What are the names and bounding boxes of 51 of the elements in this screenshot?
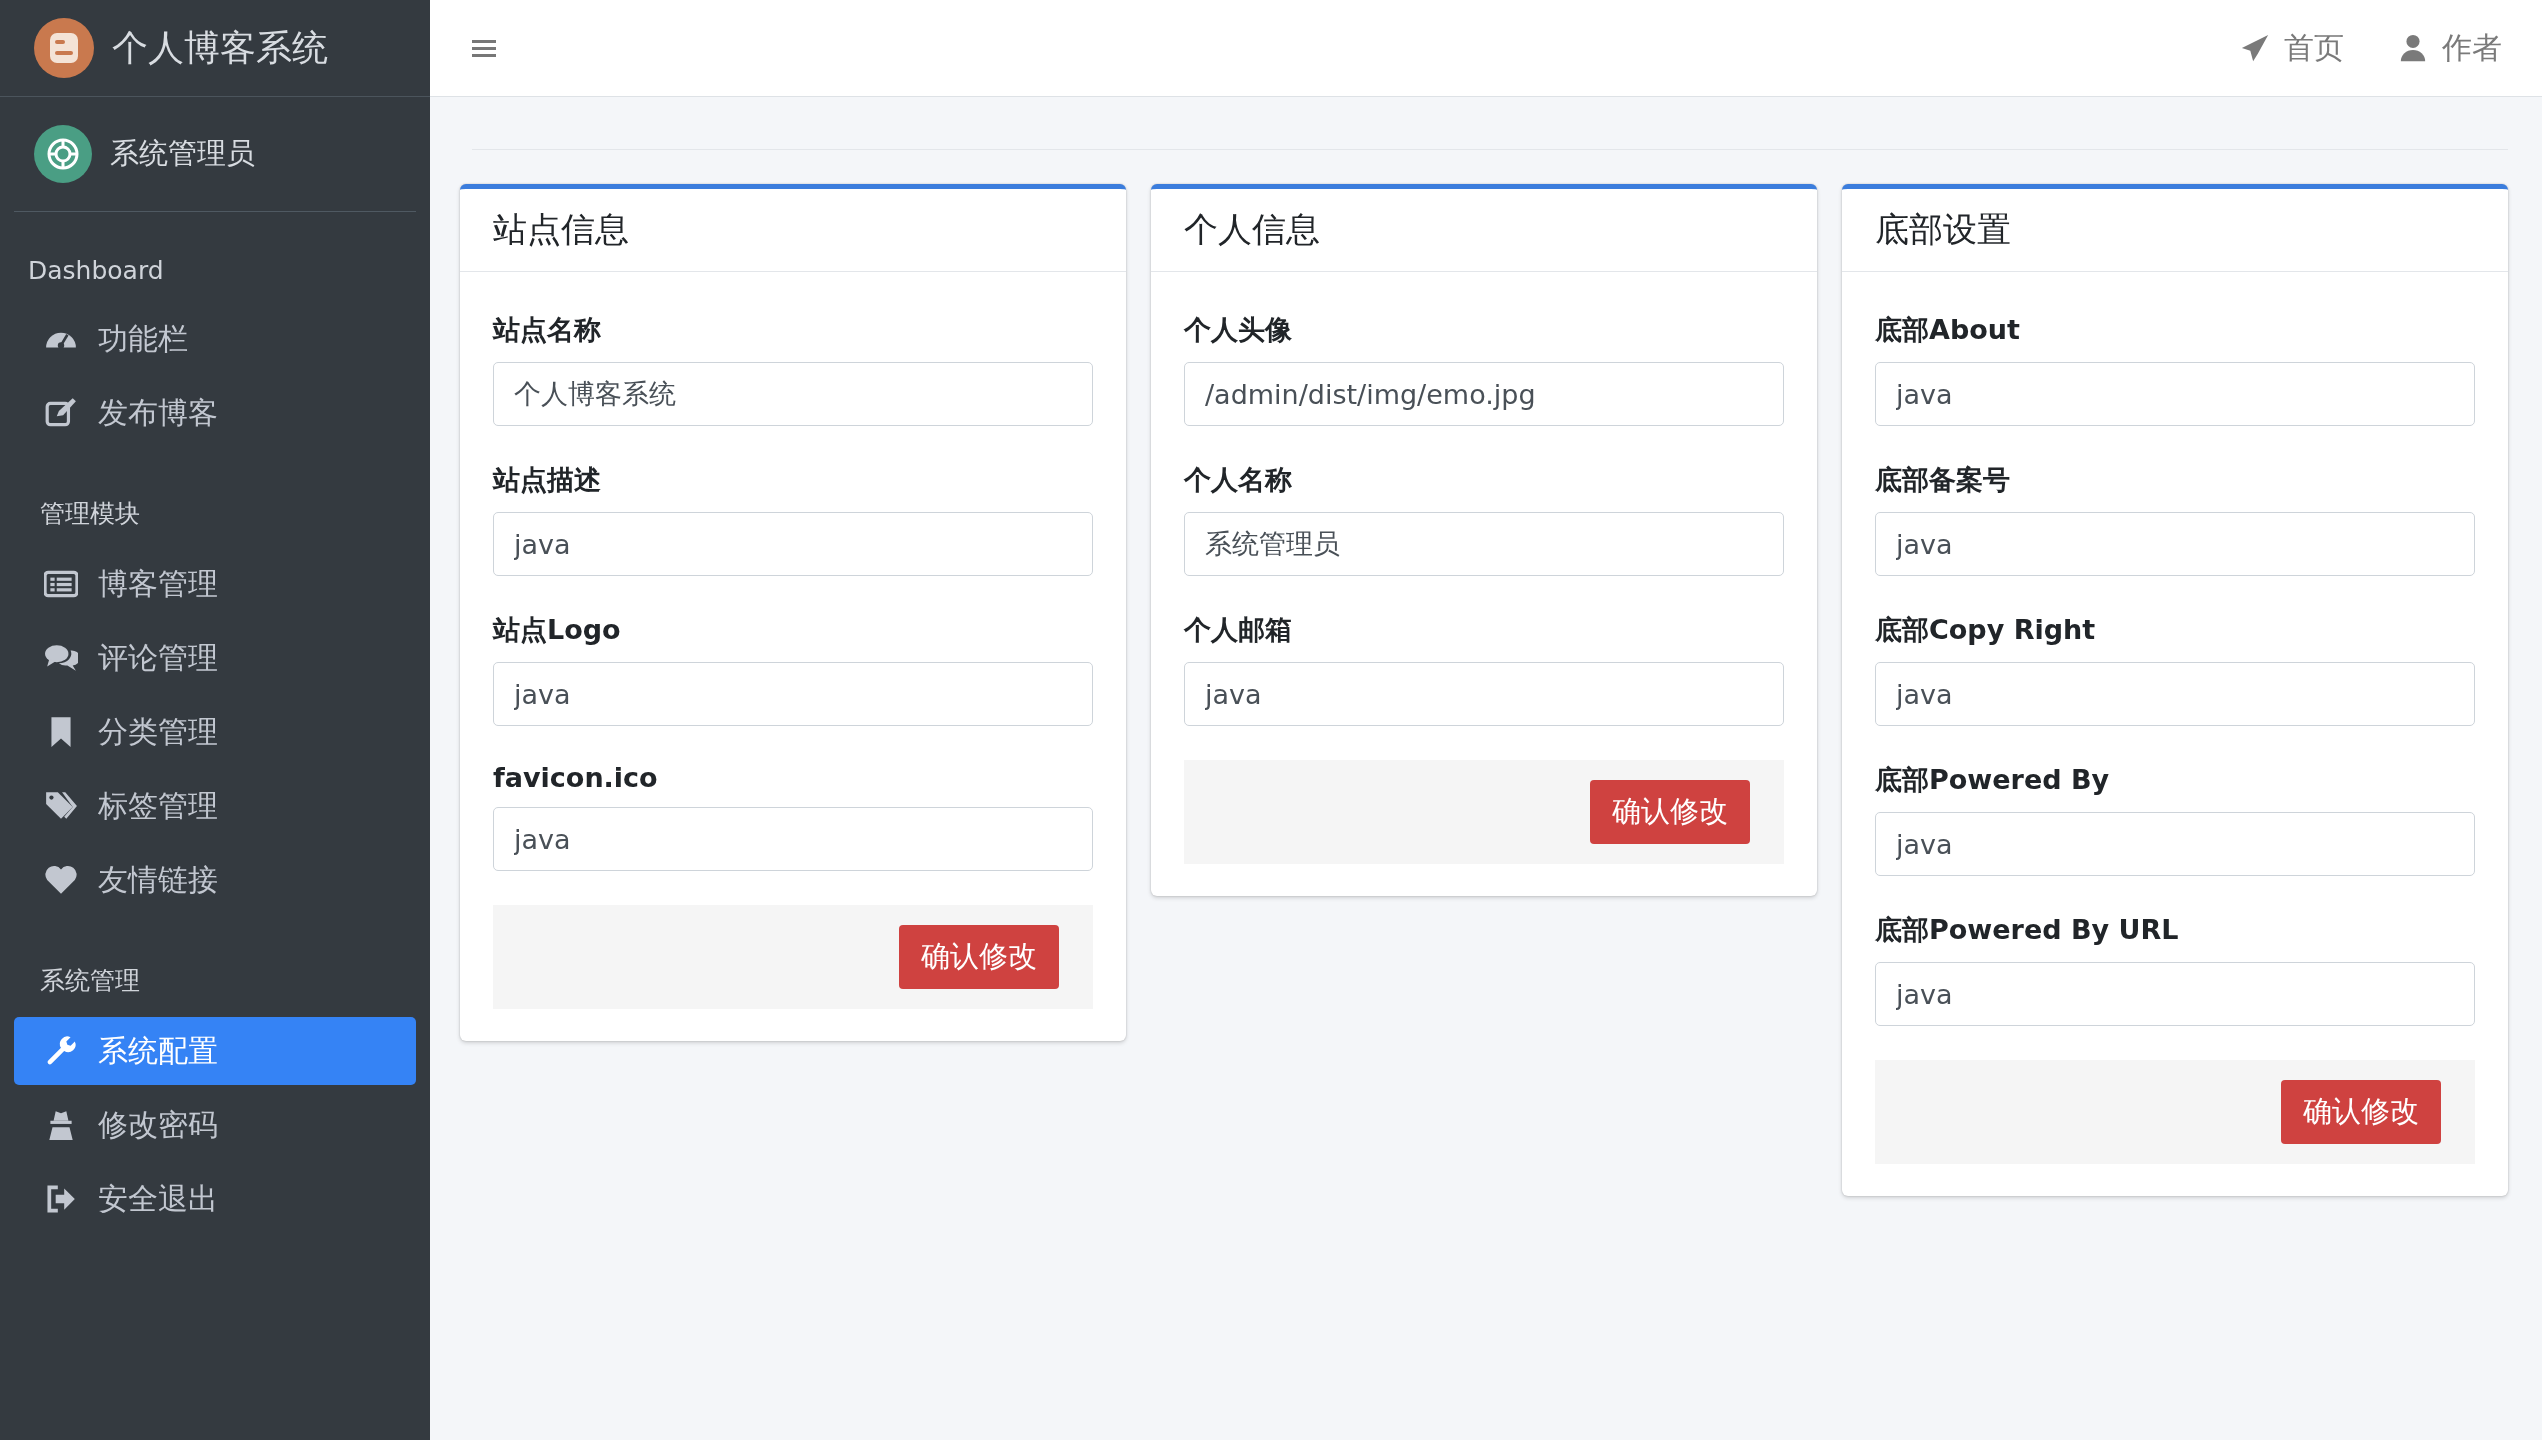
input-field[interactable]: 系统管理员 bbox=[1184, 512, 1784, 576]
input-field[interactable]: 个人博客系统 bbox=[493, 362, 1093, 426]
input-field[interactable]: java bbox=[493, 807, 1093, 871]
field-label: 底部Powered By URL bbox=[1875, 913, 2180, 947]
field-label: 个人邮箱 bbox=[1184, 613, 1293, 647]
sidebar-item[interactable]: 评论管理 bbox=[14, 624, 416, 692]
card-title: 个人信息 bbox=[1184, 208, 1321, 251]
section-heading: 管理模块 bbox=[39, 498, 141, 530]
field-label: 底部About bbox=[1875, 313, 2021, 347]
confirm-button[interactable]: 确认修改 bbox=[899, 925, 1059, 989]
sidebar-item[interactable]: 博客管理 bbox=[14, 550, 416, 618]
section-heading: 系统管理 bbox=[39, 965, 141, 997]
field-label: 底部Powered By bbox=[1875, 763, 2111, 797]
confirm-button[interactable]: 确认修改 bbox=[2281, 1080, 2441, 1144]
field-label: 站点描述 bbox=[493, 463, 602, 497]
input-field[interactable]: java bbox=[1875, 512, 2475, 576]
input-field[interactable]: /admin/dist/img/emo.jpg bbox=[1184, 362, 1784, 426]
nav-link[interactable]: 首页 bbox=[2240, 27, 2344, 69]
sidebar-item[interactable]: 标签管理 bbox=[14, 772, 416, 840]
field-label: 站点Logo bbox=[493, 613, 622, 647]
input-field[interactable]: java bbox=[1875, 812, 2475, 876]
field-label: 底部备案号 bbox=[1875, 463, 2011, 497]
field-label: 站点名称 bbox=[493, 313, 602, 347]
sidebar-item[interactable]: 系统配置 bbox=[14, 1017, 416, 1085]
field-label: 底部Copy Right bbox=[1875, 613, 2097, 647]
sidebar-item[interactable]: 友情链接 bbox=[14, 846, 416, 914]
input-field[interactable]: java bbox=[493, 662, 1093, 726]
input-field[interactable]: java bbox=[1875, 362, 2475, 426]
card-title: 站点信息 bbox=[493, 208, 630, 251]
brand-title[interactable]: 个人博客系统 bbox=[112, 23, 328, 73]
input-field[interactable]: java bbox=[1875, 962, 2475, 1026]
sidebar-item[interactable]: 发布博客 bbox=[14, 379, 416, 447]
sidebar-item[interactable]: 功能栏 bbox=[14, 305, 416, 373]
brand-logo bbox=[34, 18, 94, 78]
paper-plane-icon bbox=[2240, 33, 2270, 63]
field-label: 个人头像 bbox=[1184, 313, 1293, 347]
user-icon bbox=[2398, 33, 2428, 63]
field-label: favicon.ico bbox=[493, 762, 659, 793]
field-label: 个人名称 bbox=[1184, 463, 1293, 497]
sidebar-item[interactable]: 分类管理 bbox=[14, 698, 416, 766]
confirm-button[interactable]: 确认修改 bbox=[1590, 780, 1750, 844]
sidebar-item[interactable]: 安全退出 bbox=[14, 1165, 416, 1233]
nav-link[interactable]: 作者 bbox=[2398, 27, 2502, 69]
section-heading: Dashboard bbox=[27, 255, 165, 287]
card-title: 底部设置 bbox=[1875, 208, 2012, 251]
input-field[interactable]: java bbox=[493, 512, 1093, 576]
input-field[interactable]: java bbox=[1184, 662, 1784, 726]
user-name[interactable]: 系统管理员 bbox=[110, 134, 255, 174]
input-field[interactable]: java bbox=[1875, 662, 2475, 726]
sidebar-item[interactable]: 修改密码 bbox=[14, 1091, 416, 1159]
user-avatar bbox=[34, 125, 92, 183]
